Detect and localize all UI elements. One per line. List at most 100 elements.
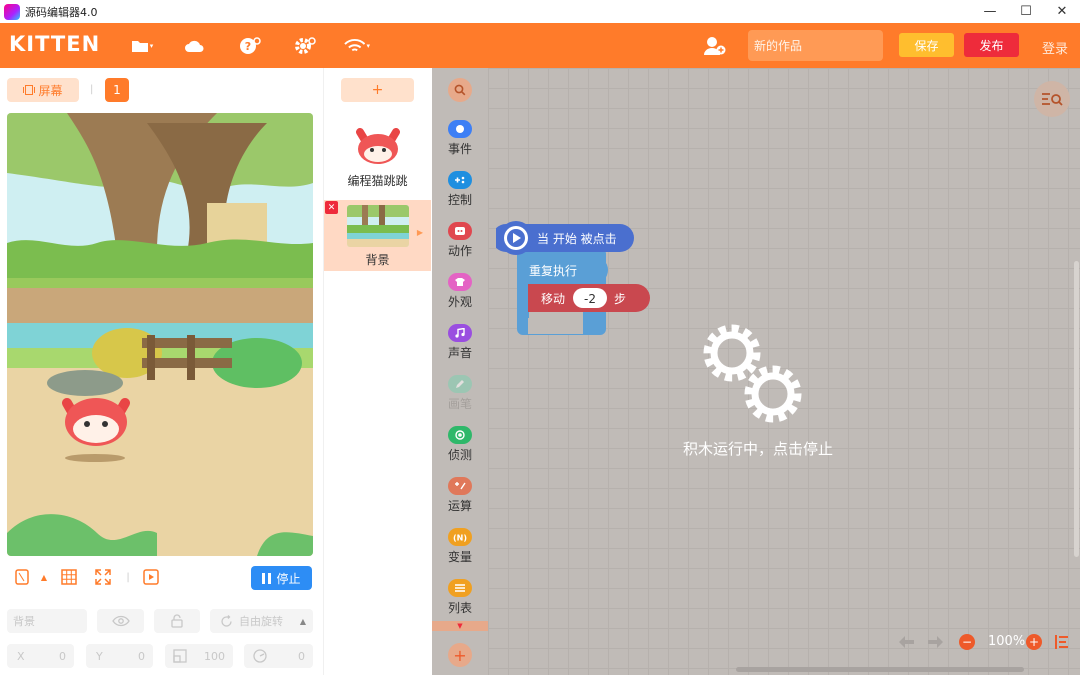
block-search-icon[interactable] (448, 78, 472, 102)
wifi-icon[interactable]: ▾ (344, 35, 370, 57)
category-list[interactable]: 列表 (432, 579, 488, 625)
sprite-list-panel: + 编程猫跳跳 ✕ ▶ 背景 (323, 68, 432, 675)
stage-toolbar: ▲ | 停止 (0, 563, 323, 593)
sound-icon (448, 324, 472, 342)
toolbar-separator: | (126, 571, 130, 583)
save-button[interactable]: 保存 (899, 33, 954, 57)
move-unit-label: 步 (614, 292, 626, 306)
sprite-name-field[interactable]: 背景 (7, 609, 87, 633)
maximize-button[interactable]: ☐ (1008, 0, 1044, 23)
close-window-button[interactable]: ✕ (1044, 0, 1080, 23)
size-field[interactable]: 100 (165, 644, 233, 668)
category-looks[interactable]: 外观 (432, 273, 488, 319)
rotation-mode-select[interactable]: 自由旋转 ▲ (210, 609, 313, 633)
x-value: 0 (59, 649, 66, 663)
category-motion[interactable]: 动作 (432, 222, 488, 268)
motion-icon (448, 222, 472, 240)
sprite-name-placeholder: 背景 (13, 615, 35, 628)
direction-field[interactable]: 0 (244, 644, 313, 668)
sprite-name-label: 编程猫跳跳 (347, 174, 408, 188)
y-field[interactable]: Y 0 (86, 644, 153, 668)
rotate-icon (221, 614, 232, 627)
category-sound[interactable]: 声音 (432, 324, 488, 370)
app-logo-icon (4, 3, 20, 20)
category-sensing[interactable]: 侦测 (432, 426, 488, 472)
stage-background-art (7, 113, 313, 556)
block-category-panel: 事件 控制 动作 外观 声音 画笔 侦测 运算 (N) 变量 列表 ▼ + (432, 68, 488, 675)
stop-button[interactable]: 停止 (251, 566, 312, 590)
add-user-icon[interactable] (703, 35, 727, 57)
add-sprite-button[interactable]: + (341, 78, 414, 102)
caret-up-icon[interactable]: ▲ (34, 567, 54, 587)
background-sprite-card[interactable]: ✕ ▶ 背景 (324, 200, 431, 271)
property-row-1: 背景 自由旋转 ▲ (0, 609, 323, 635)
lock-icon (171, 614, 183, 628)
move-steps-value: -2 (584, 292, 596, 306)
sprite-card[interactable]: 编程猫跳跳 (341, 118, 414, 190)
running-message[interactable]: 积木运行中，点击停止 (658, 438, 858, 459)
cloud-icon[interactable] (181, 35, 207, 57)
kitten-thumbnail (356, 128, 400, 164)
folder-icon[interactable]: ▾ (129, 35, 155, 57)
code-script[interactable]: 当 开始 被点击 重复执行 移动 -2 步 (496, 218, 656, 338)
caret-up-icon: ▲ (299, 616, 306, 626)
workspace-search-icon[interactable] (1034, 81, 1070, 117)
add-extension-button[interactable]: + (448, 643, 472, 667)
code-workspace[interactable]: 当 开始 被点击 重复执行 移动 -2 步 积木运行中，点击停止 − 100% … (488, 68, 1080, 675)
sensing-icon (448, 426, 472, 444)
window-titlebar: 源码编辑器4.0 — ☐ ✕ (0, 0, 1080, 23)
category-scroll-down-icon[interactable]: ▼ (432, 621, 488, 631)
background-name-label: 背景 (365, 253, 390, 267)
repeat-block-label: 重复执行 (529, 264, 577, 278)
event-icon (448, 120, 472, 138)
x-field[interactable]: X 0 (7, 644, 74, 668)
x-label: X (17, 649, 25, 663)
login-link[interactable]: 登录 (1042, 38, 1068, 57)
direction-value: 0 (298, 649, 305, 663)
zoom-out-button[interactable]: − (959, 634, 975, 650)
category-events[interactable]: 事件 (432, 120, 488, 166)
fullscreen-icon[interactable] (93, 567, 113, 587)
undo-icon[interactable] (898, 634, 916, 650)
eye-icon (111, 615, 130, 627)
workspace-horizontal-scrollbar[interactable] (736, 667, 1024, 672)
workspace-vertical-scrollbar[interactable] (1074, 261, 1079, 557)
running-gears-icon (703, 324, 802, 423)
size-value: 100 (204, 649, 225, 663)
stage-panel: 屏幕 | 1 ▲ | 停止 背景 自由旋转 ▲ X 0 Y 0 100 0 (0, 68, 323, 675)
grid-icon[interactable] (59, 567, 79, 587)
y-value: 0 (138, 649, 145, 663)
rotation-mode-label: 自由旋转 (239, 615, 283, 628)
work-name-input[interactable] (748, 30, 883, 61)
hat-block-label: 当 开始 被点击 (537, 232, 617, 246)
delete-icon[interactable]: ✕ (325, 201, 338, 214)
help-icon[interactable]: ? (237, 35, 263, 57)
y-label: Y (96, 649, 103, 663)
category-variables[interactable]: (N) 变量 (432, 528, 488, 574)
video-play-icon[interactable] (141, 567, 161, 587)
kitten-sprite[interactable] (62, 398, 130, 446)
pen-icon (448, 375, 472, 393)
align-blocks-icon[interactable] (1054, 634, 1070, 650)
stop-label: 停止 (276, 571, 301, 586)
category-control[interactable]: 控制 (432, 171, 488, 217)
stage-canvas[interactable] (7, 113, 313, 556)
publish-button[interactable]: 发布 (964, 33, 1019, 57)
lock-toggle[interactable] (154, 609, 200, 633)
move-block-label: 移动 (541, 292, 565, 306)
zoom-level: 100% (988, 634, 1026, 649)
category-pen[interactable]: 画笔 (432, 375, 488, 421)
visibility-toggle[interactable] (97, 609, 144, 633)
window-title: 源码编辑器4.0 (25, 5, 98, 19)
svg-text:?: ? (245, 40, 251, 53)
control-icon (448, 171, 472, 189)
minimize-button[interactable]: — (972, 0, 1008, 23)
category-operators[interactable]: 运算 (432, 477, 488, 523)
redo-icon[interactable] (926, 634, 944, 650)
zoom-in-button[interactable]: + (1026, 634, 1042, 650)
screen-tab-1[interactable]: 1 (105, 78, 129, 102)
screen-label: 屏幕 (38, 83, 63, 98)
device-frame-icon[interactable] (12, 567, 32, 587)
settings-icon[interactable] (292, 35, 318, 57)
screen-button[interactable]: 屏幕 (7, 78, 79, 102)
